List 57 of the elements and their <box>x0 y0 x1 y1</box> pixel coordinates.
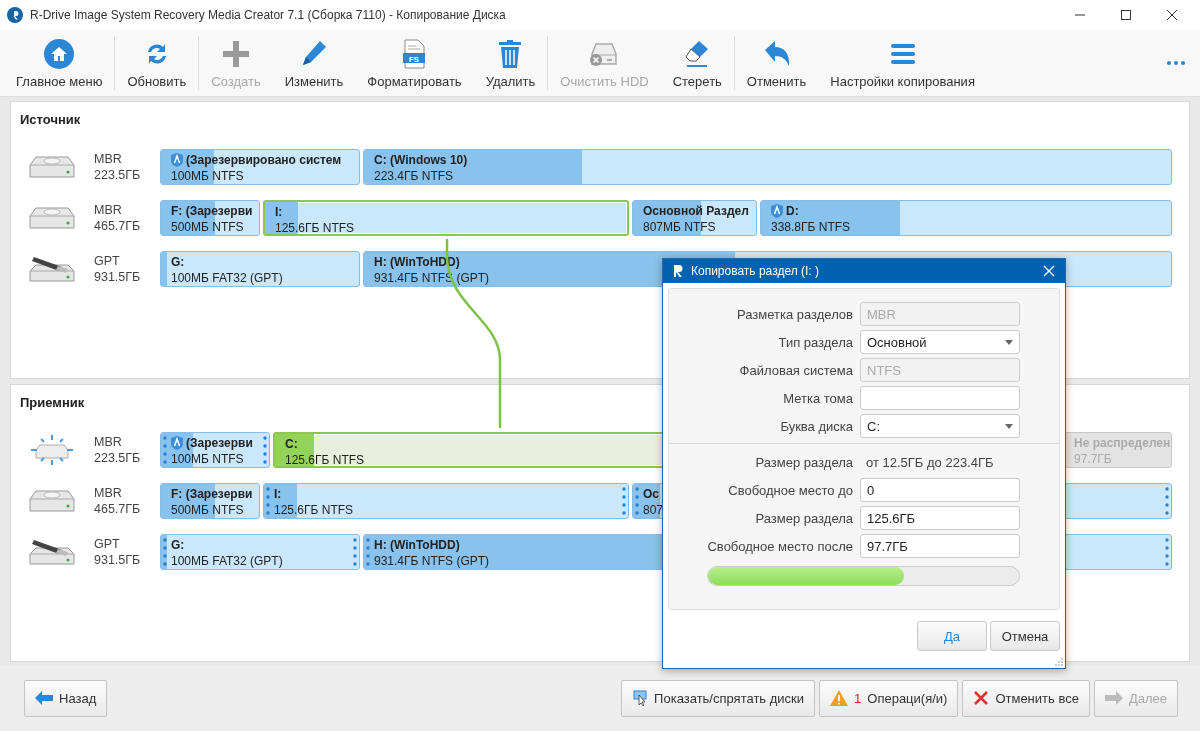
partition-name: F: (Зарезерви <box>171 203 253 218</box>
partition-name: (Зарезервировано систем <box>186 152 342 167</box>
partition-name: (Зарезерви <box>186 435 253 450</box>
partition-info: 125.6ГБ NTFS <box>274 502 354 518</box>
partition-name: I: <box>274 486 282 501</box>
partition-name: H: (WinToHDD) <box>374 537 460 552</box>
partition-info: 807 <box>643 502 664 518</box>
partition-info: 125.6ГБ NTFS <box>275 220 355 234</box>
partition-info: 807МБ NTFS <box>643 219 716 235</box>
partition-scheme: MBR <box>94 151 123 167</box>
partition-info: 100МБ FAT32 (GPT) <box>171 553 283 569</box>
partition-name: G: <box>171 537 185 552</box>
partition-info: 500МБ NTFS <box>171 219 244 235</box>
partition-info: 100МБ NTFS <box>171 451 244 467</box>
disk-size: 931.5ГБ <box>94 269 142 285</box>
partition-name: Не распределен <box>1074 435 1171 450</box>
disk-size: 223.5ГБ <box>94 167 142 183</box>
partition-name: D: <box>786 203 799 218</box>
partition-scheme: GPT <box>94 253 121 269</box>
field-label: Тип раздела <box>777 334 853 350</box>
readonly-field: MBR <box>860 302 1020 326</box>
partition-info: 100МБ NTFS <box>171 168 244 184</box>
field-label: Размер раздела <box>754 510 853 526</box>
panel-title: Источник <box>19 112 81 128</box>
disk-size: 223.5ГБ <box>94 450 142 466</box>
partition-info: 931.4ГБ NTFS (GPT) <box>374 553 490 569</box>
partition-name: C: (Windows 10) <box>374 152 468 167</box>
disk-size: 465.7ГБ <box>94 218 142 234</box>
partition-info: 223.4ГБ NTFS <box>374 168 454 184</box>
panel-title: Приемник <box>19 395 85 411</box>
field-label: Свободное место до <box>727 482 853 498</box>
partition-scheme: MBR <box>94 434 123 450</box>
partition-scheme: GPT <box>94 536 121 552</box>
partition-info: 500МБ NTFS <box>171 502 244 518</box>
field-label: Буква диска <box>779 418 853 434</box>
partition-name: Основной Раздел <box>643 203 749 218</box>
partition-info: 100МБ FAT32 (GPT) <box>171 270 283 286</box>
partition-scheme: MBR <box>94 485 123 501</box>
size-range: от 12.5ГБ до 223.4ГБ <box>865 454 994 470</box>
dialog-title: Копировать раздел (I: ) <box>691 264 819 278</box>
window-title: R-Drive Image System Recovery Media Creator 7.1 (Сборка 7110) - Копирование Диска <box>30 8 506 22</box>
field-label: Размер раздела <box>754 454 853 470</box>
disk-size: 465.7ГБ <box>94 501 142 517</box>
partition-name: I: <box>275 204 283 219</box>
partition-name: F: (Зарезерви <box>171 486 253 501</box>
partition-info: 97.7ГБ <box>1074 451 1112 467</box>
field-label: Метка тома <box>782 390 853 406</box>
field-label: Файловая система <box>738 362 853 378</box>
partition-info: 338.8ГБ NTFS <box>771 219 851 235</box>
disk-size: 931.5ГБ <box>94 552 142 568</box>
field-label: Свободное место после <box>706 538 853 554</box>
readonly-field: NTFS <box>860 358 1020 382</box>
partition-scheme: MBR <box>94 202 123 218</box>
partition-name: Ос <box>643 486 659 501</box>
partition-name: G: <box>171 254 185 269</box>
field-label: Разметка разделов <box>735 306 853 322</box>
partition-name: C: <box>285 436 298 451</box>
